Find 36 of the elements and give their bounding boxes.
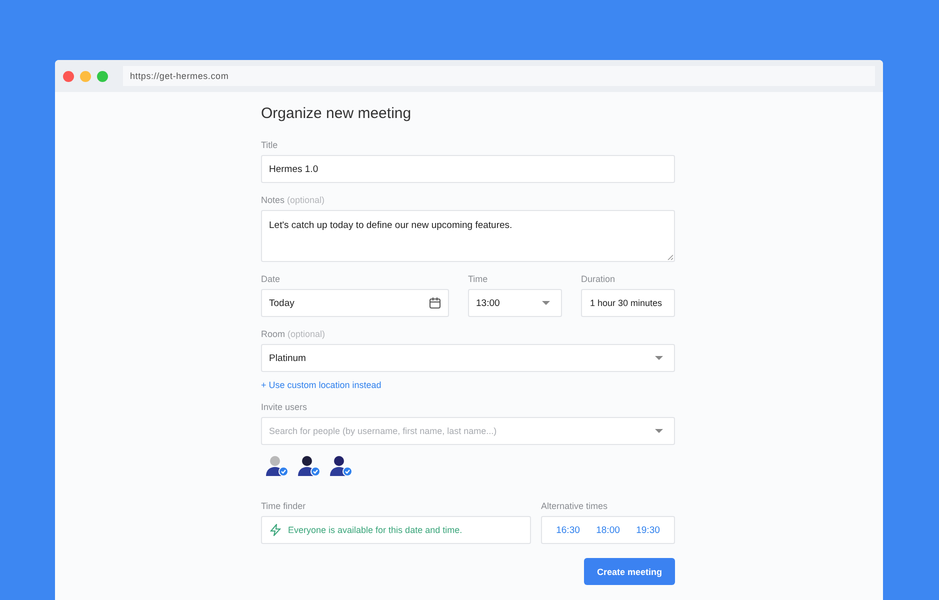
resize-grip-icon[interactable] [667,254,673,260]
caret-icon [655,356,663,360]
notes-textarea[interactable]: Let's catch up today to define our new upcoming features. [261,210,675,262]
field-label: Title [261,140,279,150]
maximize-dot-icon[interactable] [97,70,108,82]
page-heading: Organize new meeting [261,105,412,122]
user-avatar-icon[interactable] [265,453,289,477]
room-select[interactable]: Platinum [261,344,675,372]
field-label: Room (optional) [261,329,326,339]
address-bar[interactable]: https://get-hermes.com [123,66,875,86]
time-select[interactable]: 13:00 [468,289,562,317]
field-label: Time finder [261,501,307,511]
field-label: Notes (optional) [261,195,326,205]
user-avatar-icon[interactable] [297,453,321,477]
lightning-icon [270,524,281,536]
time-option-link[interactable]: 16:30 [556,524,580,536]
field-label: Alternative times [541,501,609,511]
minimize-dot-icon[interactable] [80,70,91,82]
field-label: Date [261,274,282,284]
availability-message: Everyone is available for this date and time. [288,525,462,535]
create-meeting-button[interactable]: Create meeting [584,558,675,585]
field-label: Invite users [261,402,308,412]
caret-icon [542,301,550,305]
people-search-field[interactable]: Search for people (by username, first name, last name...) [261,417,675,445]
time-option-link[interactable]: 18:00 [596,524,620,536]
time-option-link[interactable]: 19:30 [636,524,660,536]
field-label: Duration [581,274,616,284]
calendar-icon[interactable] [429,297,441,309]
user-avatar-icon[interactable] [329,453,353,477]
title-input[interactable]: Hermes 1.0 [261,155,675,183]
close-dot-icon[interactable] [63,70,74,82]
duration-input[interactable]: 1 hour 30 minutes [581,289,675,317]
field-label: Time [468,274,489,284]
caret-icon [655,429,663,433]
date-input[interactable]: Today [261,289,449,317]
custom-location-link[interactable]: + Use custom location instead [261,380,382,390]
